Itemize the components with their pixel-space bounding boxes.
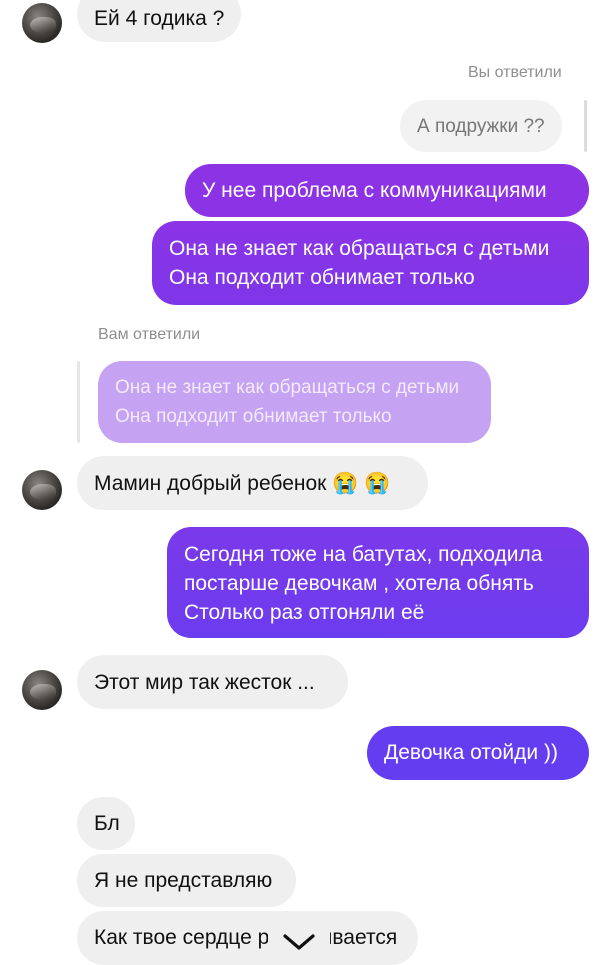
quoted-message-text: Она подходит обнимает только bbox=[115, 406, 392, 427]
reply-quote-bar bbox=[584, 100, 587, 152]
message-text: Этот мир так жесток ... bbox=[94, 671, 315, 694]
message-bubble[interactable]: Сегодня тоже на батутах, подходила поста… bbox=[167, 527, 589, 638]
quoted-message-bubble[interactable]: Она не знает как обращаться с детьми Она… bbox=[98, 361, 491, 443]
message-bubble[interactable]: Я не представляю bbox=[77, 854, 296, 907]
quoted-message-text: А подружки ?? bbox=[417, 116, 545, 137]
avatar[interactable] bbox=[22, 470, 62, 510]
reply-label: Вам ответили bbox=[98, 326, 201, 343]
message-text: Я не представляю bbox=[94, 869, 273, 892]
message-bubble[interactable]: Она не знает как обращаться с детьми Она… bbox=[152, 221, 589, 305]
avatar[interactable] bbox=[22, 3, 62, 43]
message-bubble[interactable]: Как твое сердце р ывается bbox=[77, 911, 418, 965]
message-text-line: Она подходит обнимает только bbox=[169, 266, 475, 289]
message-text: Девочка отойди )) bbox=[384, 741, 558, 764]
message-bubble[interactable]: Девочка отойди )) bbox=[367, 726, 589, 780]
message-text-line: Столько раз отгоняли её bbox=[184, 601, 425, 624]
message-text: Ей 4 годика ? bbox=[94, 7, 225, 30]
message-bubble[interactable]: Ей 4 годика ? bbox=[77, 0, 242, 42]
message-bubble[interactable]: Мамин добрый ребенок 😭 😭 bbox=[77, 456, 428, 510]
message-text-line: Сегодня тоже на батутах, подходила bbox=[184, 543, 543, 566]
scroll-down-button[interactable] bbox=[268, 918, 330, 962]
avatar[interactable] bbox=[22, 670, 62, 710]
message-bubble[interactable]: У нее проблема с коммуникациями bbox=[185, 164, 589, 217]
message-text: Мамин добрый ребенок 😭 😭 bbox=[94, 472, 391, 495]
quoted-message-bubble[interactable]: А подружки ?? bbox=[400, 100, 562, 152]
message-text: У нее проблема с коммуникациями bbox=[202, 179, 547, 202]
message-bubble[interactable]: Этот мир так жесток ... bbox=[77, 655, 348, 709]
quoted-message-text: Она не знает как обращаться с детьми bbox=[115, 377, 460, 398]
chevron-down-icon bbox=[283, 934, 315, 950]
message-text-left: Как твое сердце р bbox=[94, 926, 270, 949]
message-text-line: Она не знает как обращаться с детьми bbox=[169, 237, 550, 260]
message-text-line: постарше девочкам , хотела обнять bbox=[184, 572, 534, 595]
reply-label: Вы ответили bbox=[468, 64, 562, 81]
message-text: Бл bbox=[94, 812, 120, 835]
reply-quote-bar bbox=[77, 361, 80, 443]
message-bubble[interactable]: Бл bbox=[77, 797, 135, 850]
